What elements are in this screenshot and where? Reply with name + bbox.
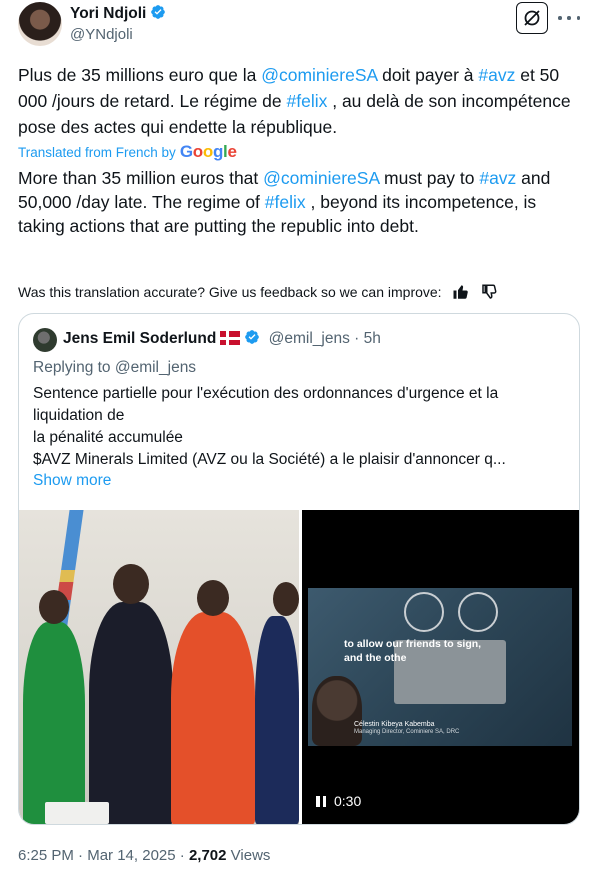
pause-icon[interactable] bbox=[316, 795, 326, 807]
translation-feedback: Was this translation accurate? Give us f… bbox=[18, 283, 498, 301]
quote-text: Sentence partielle pour l'exécution des … bbox=[33, 383, 573, 471]
mention-link[interactable]: @cominiereSA bbox=[261, 65, 377, 85]
quote-header: Jens Emil Soderlund @emil_jens · 5h bbox=[63, 329, 381, 348]
meta-separator: · bbox=[78, 847, 84, 864]
author-handle[interactable]: @YNdjoli bbox=[70, 26, 133, 43]
post-date[interactable]: Mar 14, 2025 bbox=[87, 847, 175, 864]
meta-separator: · bbox=[179, 847, 185, 864]
view-count: 2,702 bbox=[188, 847, 227, 864]
quote-time[interactable]: 5h bbox=[364, 330, 381, 347]
author-name-text[interactable]: Yori Ndjoli bbox=[70, 5, 146, 22]
hashtag-link[interactable]: #avz bbox=[478, 65, 515, 85]
quote-photo[interactable] bbox=[19, 510, 299, 824]
post-text-translated: More than 35 million euros that @cominie… bbox=[18, 168, 551, 236]
mention-link[interactable]: @cominiereSA bbox=[263, 168, 379, 188]
thumbs-down-icon[interactable] bbox=[480, 283, 498, 301]
verified-badge-icon bbox=[151, 5, 166, 19]
author-avatar[interactable] bbox=[18, 2, 62, 46]
quote-line: Sentence partielle pour l'exécution des … bbox=[33, 385, 499, 402]
feedback-label: Was this translation accurate? Give us f… bbox=[18, 284, 442, 300]
views-label: Views bbox=[230, 847, 271, 864]
video-duration: 0:30 bbox=[334, 793, 362, 809]
post-meta: 6:25 PM · Mar 14, 2025 · 2,702 Views bbox=[18, 847, 270, 864]
video-person-title: Managing Director, Cominiere SA, DRC bbox=[354, 729, 460, 735]
quoted-post-card[interactable]: Jens Emil Soderlund @emil_jens · 5h Repl… bbox=[18, 313, 580, 825]
thumbs-up-icon[interactable] bbox=[452, 283, 470, 301]
more-options-icon[interactable] bbox=[558, 8, 580, 28]
post-time[interactable]: 6:25 PM bbox=[18, 847, 74, 864]
video-thumbnail: to allow our friends to sign, and the ot… bbox=[308, 588, 572, 746]
translated-label: Translated from French by bbox=[18, 144, 176, 160]
denmark-flag-icon bbox=[220, 331, 241, 345]
hashtag-link[interactable]: #avz bbox=[479, 168, 516, 188]
verified-badge-icon bbox=[245, 330, 260, 344]
video-person-name: Célestin Kibeya Kabemba bbox=[354, 721, 435, 728]
video-play-control[interactable]: 0:30 bbox=[316, 793, 361, 809]
quote-separator: · bbox=[354, 330, 364, 347]
post-text-original: Plus de 35 millions euro que la @cominie… bbox=[18, 65, 571, 137]
quote-author-avatar[interactable] bbox=[33, 328, 57, 352]
hashtag-link[interactable]: #felix bbox=[287, 91, 328, 111]
author-name[interactable]: Yori Ndjoli bbox=[70, 4, 166, 23]
quote-author-handle[interactable]: @emil_jens bbox=[269, 330, 350, 347]
show-more-link[interactable]: Show more bbox=[33, 472, 111, 490]
video-caption: to allow our friends to sign, and the ot… bbox=[344, 638, 482, 664]
translated-by[interactable]: Translated from French by Google bbox=[18, 142, 237, 162]
hashtag-link[interactable]: #felix bbox=[265, 192, 306, 212]
quote-line: la pénalité accumulée bbox=[33, 429, 183, 446]
quote-author-name[interactable]: Jens Emil Soderlund bbox=[63, 330, 216, 347]
quote-line: liquidation de bbox=[33, 407, 125, 424]
quote-video[interactable]: to allow our friends to sign, and the ot… bbox=[302, 510, 579, 824]
quote-line: $AVZ Minerals Limited (AVZ ou la Société… bbox=[33, 451, 506, 468]
google-logo: Google bbox=[179, 142, 237, 161]
replying-to: Replying to @emil_jens bbox=[33, 359, 197, 376]
grok-icon bbox=[524, 10, 540, 26]
grok-button[interactable] bbox=[516, 2, 548, 34]
